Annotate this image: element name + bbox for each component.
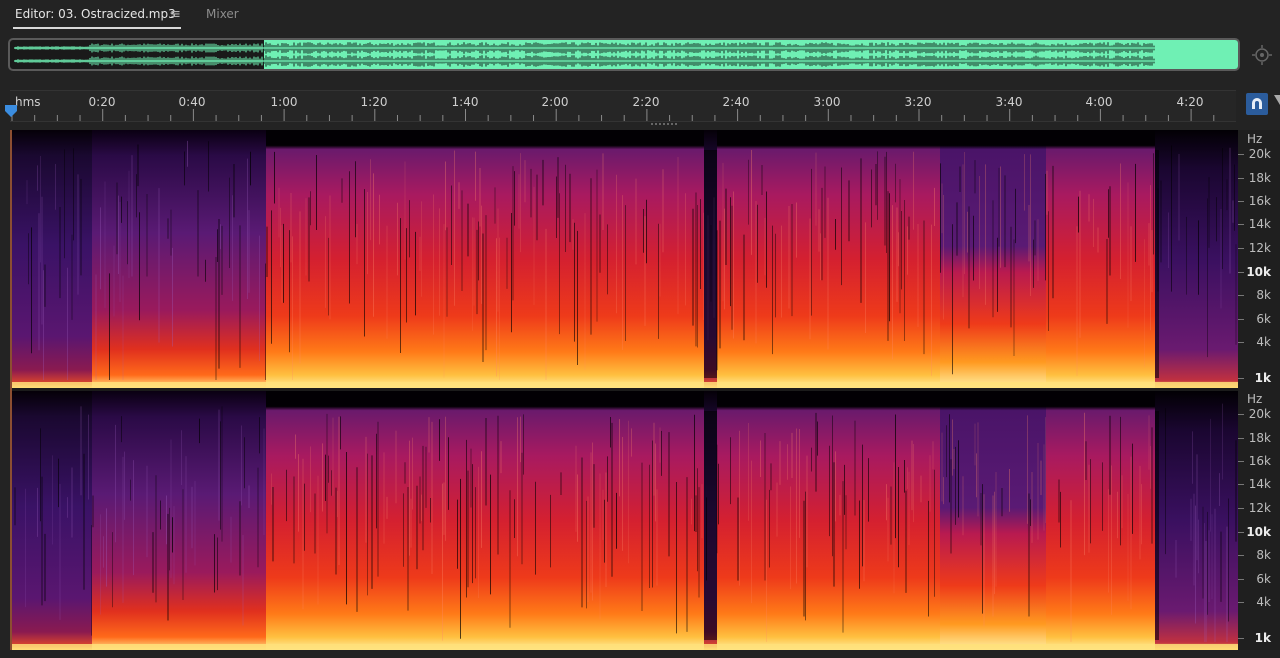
overview-waveform-graphic: [14, 40, 1238, 69]
hz-tick: [1238, 484, 1244, 485]
hz-label: 14k: [1248, 217, 1271, 231]
overview-waveform[interactable]: [8, 38, 1240, 71]
hz-label: 12k: [1248, 241, 1271, 255]
hz-label: 4k: [1256, 595, 1271, 609]
hz-tick: [1238, 295, 1244, 296]
resize-grip-icon[interactable]: [650, 121, 680, 127]
hz-tick: [1238, 201, 1244, 202]
hz-label: 20k: [1248, 147, 1271, 161]
channel-divider: [12, 388, 1238, 391]
ruler-label: 2:00: [541, 95, 569, 109]
hz-label: 10k: [1246, 525, 1271, 539]
hz-label: 16k: [1248, 194, 1271, 208]
hz-tick: [1238, 602, 1244, 603]
hz-label: 4k: [1256, 335, 1271, 349]
hz-label: 18k: [1248, 431, 1271, 445]
tab-editor[interactable]: Editor: 03. Ostracized.mp3: [15, 7, 176, 21]
hz-label: 8k: [1256, 288, 1271, 302]
ruler-label: 1:00: [270, 95, 298, 109]
hz-label: 20k: [1248, 407, 1271, 421]
ruler-label: 3:00: [813, 95, 841, 109]
hz-label: 12k: [1248, 501, 1271, 515]
playhead-marker-icon[interactable]: [4, 104, 18, 118]
hz-unit-label: Hz: [1247, 132, 1263, 146]
panel-menu-icon[interactable]: ≡: [170, 7, 181, 22]
hz-label: 6k: [1256, 572, 1271, 586]
snap-magnet-icon[interactable]: [1246, 93, 1268, 115]
tab-mixer[interactable]: Mixer: [206, 7, 239, 21]
ruler-label: 3:20: [904, 95, 932, 109]
hz-tick: [1238, 438, 1244, 439]
hz-label: 18k: [1248, 171, 1271, 185]
panel-tab-bar: Editor: 03. Ostracized.mp3 ≡ Mixer: [0, 0, 1280, 32]
ruler-label: 0:40: [178, 95, 206, 109]
hz-tick: [1238, 224, 1244, 225]
hz-tick: [1238, 272, 1244, 273]
hz-label: 6k: [1256, 312, 1271, 326]
timeline-ruler[interactable]: hms 0:20 0:40 1:00 1:20 1:40 2:00 2:20 2:40 3:00…: [10, 90, 1236, 122]
ruler-label: 4:00: [1085, 95, 1113, 109]
magnet-icon: [1252, 98, 1262, 109]
panel-edge-marker-icon: [1274, 95, 1280, 105]
frequency-scale: Hz 20k 18k 16k 14k 12k 10k 8k 6k 4k 1k Hz 20k 18k 16k 1…: [1238, 130, 1280, 650]
ruler-label: 2:20: [632, 95, 660, 109]
hz-label: 1k: [1254, 371, 1271, 385]
ruler-label: 1:40: [451, 95, 479, 109]
hz-label: 16k: [1248, 454, 1271, 468]
selection-start-edge: [10, 130, 12, 650]
ruler-unit-label: hms: [15, 95, 41, 109]
ruler-label: 1:20: [360, 95, 388, 109]
hz-tick: [1238, 461, 1244, 462]
hz-tick: [1238, 154, 1244, 155]
hz-tick: [1238, 579, 1244, 580]
hz-tick: [1238, 248, 1244, 249]
zoom-to-selection-icon[interactable]: [1251, 44, 1273, 66]
hz-tick: [1238, 414, 1244, 415]
hz-label: 14k: [1248, 477, 1271, 491]
hz-tick: [1238, 178, 1244, 179]
hz-tick: [1238, 555, 1244, 556]
ruler-label: 4:20: [1176, 95, 1204, 109]
hz-label: 8k: [1256, 548, 1271, 562]
hz-tick: [1238, 342, 1244, 343]
ruler-label: 2:40: [722, 95, 750, 109]
ruler-label: 0:20: [88, 95, 116, 109]
active-tab-underline: [13, 27, 181, 29]
hz-tick: [1238, 638, 1244, 639]
hz-label: 1k: [1254, 631, 1271, 645]
hz-tick: [1238, 378, 1244, 379]
hz-label: 10k: [1246, 265, 1271, 279]
hz-tick: [1238, 508, 1244, 509]
hz-tick: [1238, 532, 1244, 533]
hz-unit-label: Hz: [1247, 392, 1263, 406]
hz-tick: [1238, 319, 1244, 320]
ruler-label: 3:40: [995, 95, 1023, 109]
